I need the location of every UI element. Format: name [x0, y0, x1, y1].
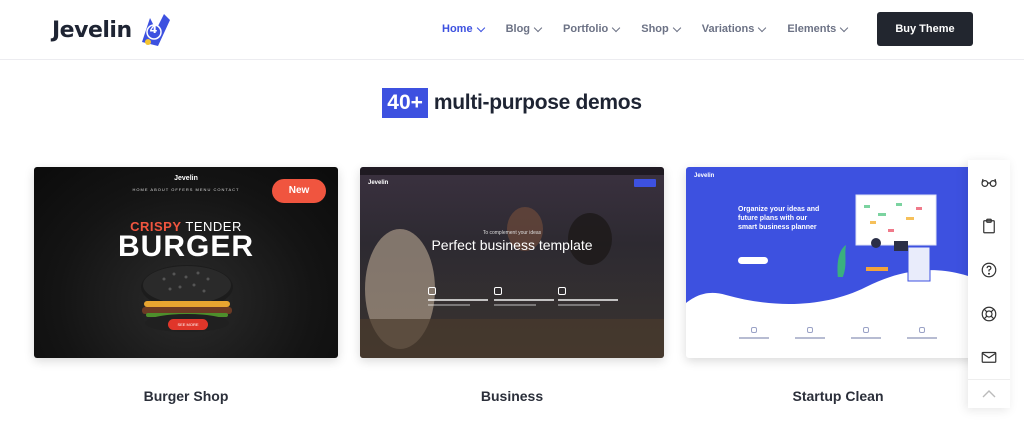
demo-card-burger-shop[interactable]: Jevelin HOME ABOUT OFFERS MENU CONTACT N… — [34, 167, 338, 358]
chevron-down-icon — [533, 23, 543, 32]
preview-feature — [428, 287, 488, 309]
site-header: Jevelin 4 Home Blog Portfolio Shop Varia… — [0, 0, 1024, 60]
heading-highlight: 40+ — [382, 88, 428, 118]
demo-card-startup-clean[interactable]: Jevelin Organize your ideas and future p… — [686, 167, 990, 358]
nav-portfolio[interactable]: Portfolio — [563, 23, 621, 35]
feature-icon — [863, 327, 869, 333]
nav-elements[interactable]: Elements — [787, 23, 849, 35]
chevron-down-icon — [611, 23, 621, 32]
demo-card-business[interactable]: Jevelin To complement your ideas Perfect… — [360, 167, 664, 358]
preview-feature — [494, 287, 554, 309]
lifebuoy-icon[interactable] — [968, 292, 1010, 336]
people-photo — [360, 207, 664, 358]
feature-line — [428, 304, 470, 306]
preview-feature — [558, 287, 618, 309]
demo-title-startup-clean[interactable]: Startup Clean — [686, 388, 990, 404]
feature-icon — [807, 327, 813, 333]
preview-feature — [739, 327, 769, 341]
preview-headline: Perfect business template — [431, 237, 593, 253]
feature-line — [558, 299, 618, 301]
feature-icon — [919, 327, 925, 333]
buy-theme-button[interactable]: Buy Theme — [877, 12, 973, 46]
feature-line — [907, 337, 937, 339]
demo-title-business[interactable]: Business — [360, 388, 664, 404]
feature-icon — [494, 287, 502, 295]
feature-icon — [751, 327, 757, 333]
feature-line — [795, 337, 825, 339]
logo-mark-icon: 4 — [136, 12, 176, 48]
preview-headline: Organize your ideas and future plans wit… — [738, 206, 820, 231]
feature-line — [851, 337, 881, 339]
help-circle-icon[interactable] — [968, 248, 1010, 292]
nav-home[interactable]: Home — [442, 23, 485, 35]
preview-logo: Jevelin — [368, 180, 389, 186]
chevron-up-icon[interactable] — [968, 379, 1010, 408]
nav-home-label: Home — [442, 23, 473, 35]
nav-blog-label: Blog — [505, 23, 531, 35]
preview-feature — [795, 327, 825, 341]
section-heading: 40+ multi-purpose demos — [0, 88, 1024, 118]
nav-variations[interactable]: Variations — [701, 23, 767, 35]
preview-buy-button — [634, 179, 656, 187]
chevron-down-icon — [476, 23, 485, 32]
new-badge: New — [272, 179, 326, 203]
logo-text: Jevelin — [52, 17, 132, 43]
preview-feature-row — [686, 327, 990, 341]
side-toolbar — [968, 160, 1010, 408]
heading-text: multi-purpose demos — [433, 91, 642, 114]
nav-portfolio-label: Portfolio — [563, 23, 609, 35]
preview-feature — [907, 327, 937, 341]
site-logo[interactable]: Jevelin 4 — [52, 10, 176, 50]
feature-line — [558, 304, 600, 306]
preview-pretitle: To complement your ideas — [482, 230, 542, 236]
nav-shop-label: Shop — [641, 23, 669, 35]
preview-feature — [851, 327, 881, 341]
chevron-down-icon — [839, 23, 849, 32]
feature-line — [739, 337, 769, 339]
preview-headline: BURGER — [117, 230, 254, 263]
nav-blog[interactable]: Blog — [505, 23, 543, 35]
clipboard-icon[interactable] — [968, 204, 1010, 248]
feature-line — [494, 304, 536, 306]
glasses-icon[interactable] — [968, 160, 1010, 204]
preview-logo: Jevelin — [694, 173, 715, 179]
chevron-down-icon — [672, 23, 681, 32]
feature-icon — [558, 287, 566, 295]
demo-title-burger-shop[interactable]: Burger Shop — [34, 388, 338, 404]
nav-shop[interactable]: Shop — [641, 23, 681, 35]
preview-topbar — [360, 167, 664, 175]
chevron-down-icon — [758, 23, 767, 32]
preview-cta-button — [738, 257, 768, 264]
mail-icon[interactable] — [968, 336, 1010, 380]
feature-line — [428, 299, 488, 301]
preview-cta-button: SEE MORE — [168, 319, 208, 330]
nav-variations-label: Variations — [701, 23, 755, 35]
feature-icon — [428, 287, 436, 295]
nav-elements-label: Elements — [787, 23, 837, 35]
feature-line — [494, 299, 554, 301]
main-nav: Home Blog Portfolio Shop Variations Elem… — [442, 0, 869, 58]
logo-badge: 4 — [149, 23, 158, 36]
planner-illustration — [836, 194, 937, 287]
